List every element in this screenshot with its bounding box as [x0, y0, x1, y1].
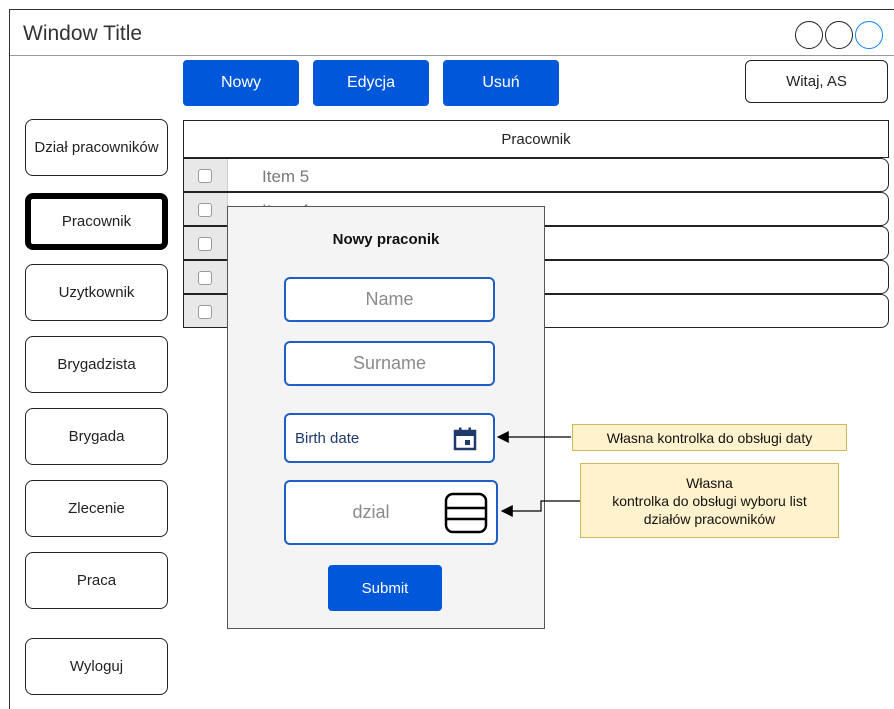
list-note-line: kontrolka do obsługi wyboru list	[612, 492, 807, 509]
annotation-arrows	[496, 431, 580, 517]
list-note-line: Własna	[686, 474, 733, 491]
date-control-note: Własna kontrolka do obsługi daty	[572, 424, 847, 451]
list-control-note: Własna kontrolka do obsługi wyboru list …	[580, 463, 839, 538]
list-note-line: działów pracowników	[643, 510, 776, 527]
list-note-arrow	[500, 500, 580, 517]
